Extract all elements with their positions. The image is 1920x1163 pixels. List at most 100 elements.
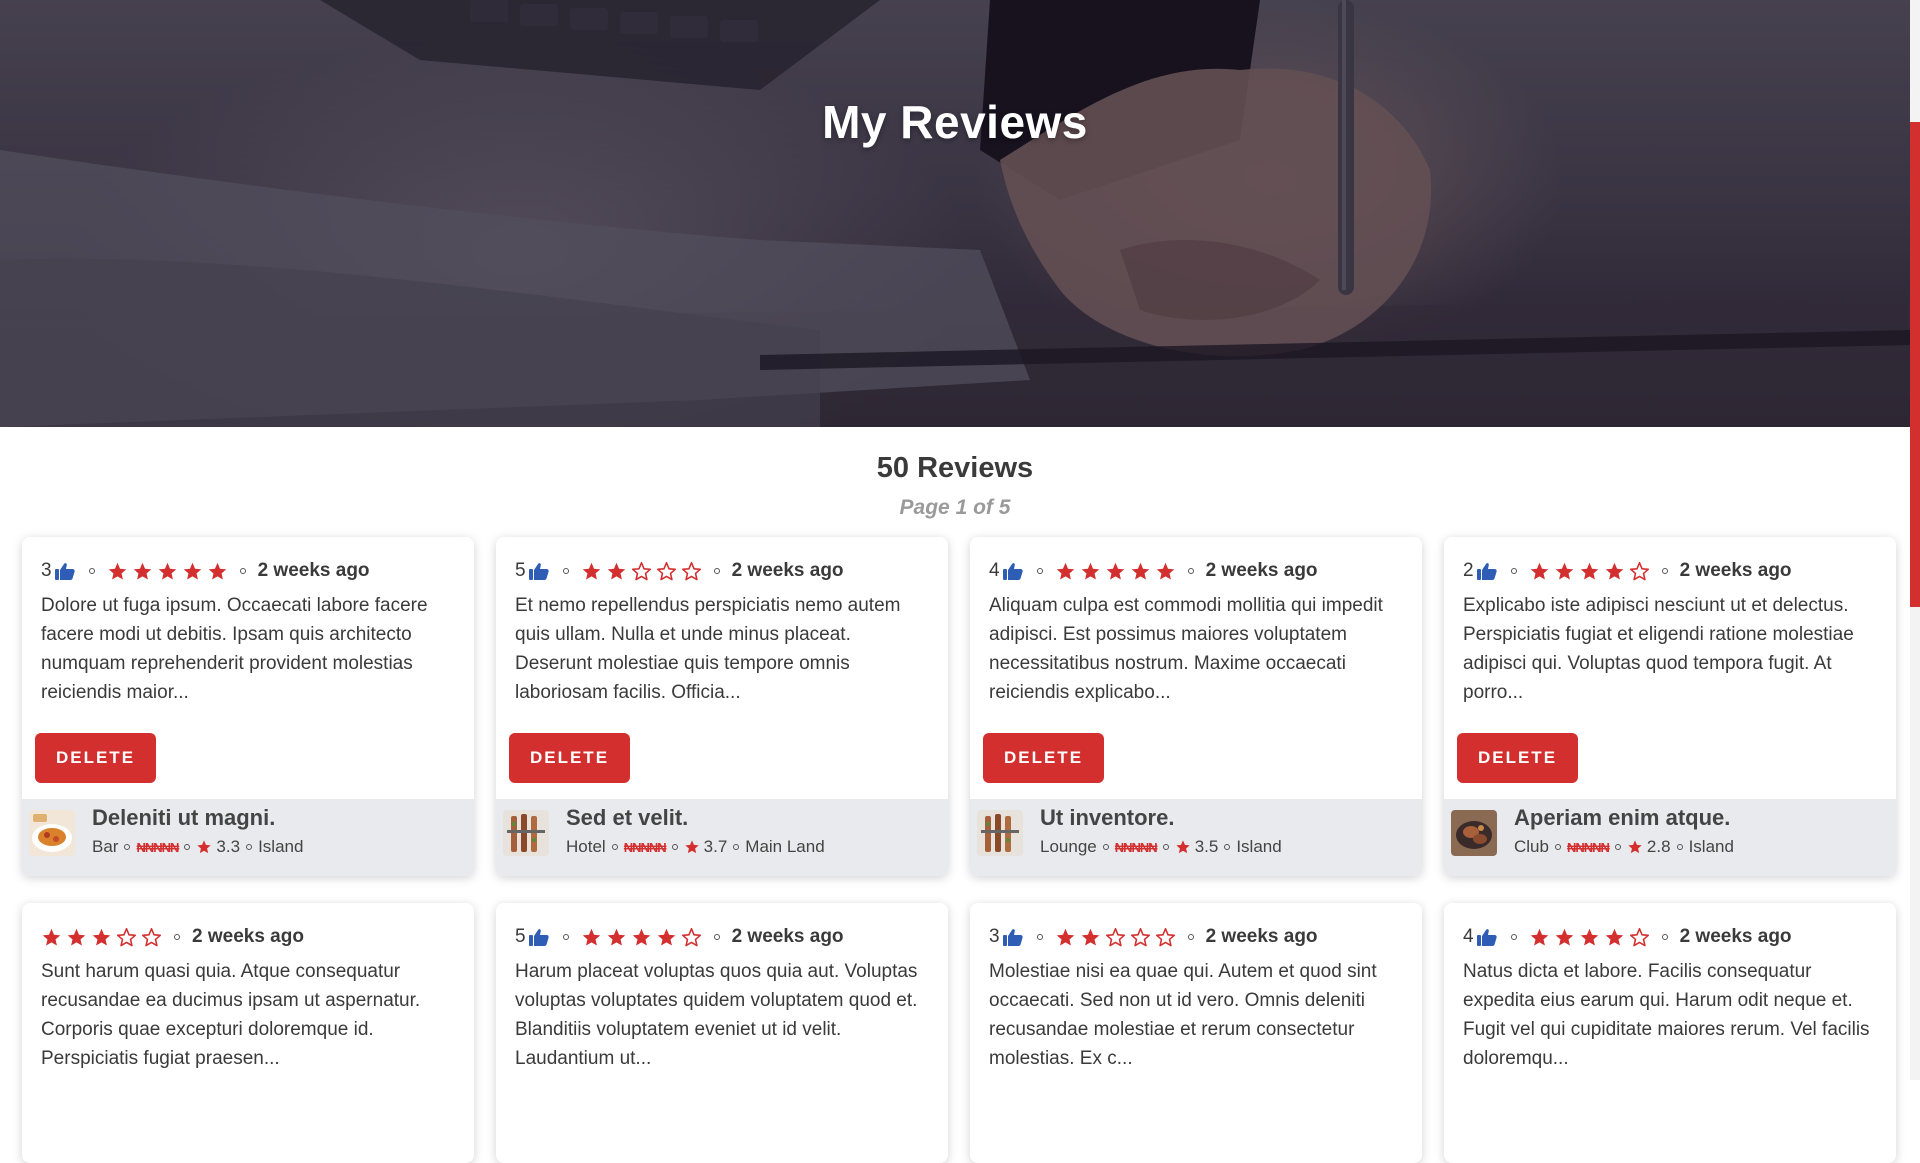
delete-button[interactable]: DELETE [509,733,630,783]
venue-name[interactable]: Ut inventore. [1040,805,1174,831]
star-filled-icon [197,840,212,854]
star-filled-icon [1081,562,1099,580]
venue-info[interactable]: Ut inventore. Lounge ₦₦₦₦₦ 3.5 Island [970,799,1422,876]
venue-thumbnail[interactable] [29,810,75,856]
venue-type: Bar [92,837,119,856]
venue-info[interactable]: Sed et velit. Hotel ₦₦₦₦₦ 3.7 Main Land [496,799,948,876]
star-filled-icon [657,928,675,946]
star-empty-icon [141,927,162,946]
rating-stars [581,927,702,948]
venue-thumbnail[interactable] [1451,810,1497,856]
separator-dot [1510,934,1517,940]
separator-dot [88,568,95,574]
likes-count: 2 [1463,560,1474,581]
separator-dot [671,844,678,850]
rating-stars [41,927,162,948]
thumbs-up-icon [1002,929,1023,946]
star-filled-icon [607,562,625,580]
price-level: ₦₦₦₦₦ [623,839,667,855]
star-filled-icon [1056,562,1074,580]
venue-name[interactable]: Deleniti ut magni. [92,805,275,831]
review-text: Natus dicta et labore. Facilis consequat… [1463,961,1870,1069]
separator-dot [1162,844,1169,850]
review-card: 4 2 weeks ago Aliquam culpa est commodi mo… [970,537,1422,876]
venue-score: 2.8 [1646,837,1671,856]
review-card: 2 2 weeks ago Explicabo iste adipisci nesc… [1444,537,1896,876]
venue-thumbnail[interactable] [503,810,549,856]
price-level: ₦₦₦₦₦ [1566,839,1610,855]
venue-name[interactable]: Aperiam enim atque. [1514,805,1730,831]
star-filled-icon [183,562,201,580]
star-filled-icon [1605,562,1623,580]
review-meta: 5 2 weeks ago [515,557,930,585]
star-filled-icon [1081,928,1099,946]
venue-info[interactable]: Deleniti ut magni. Bar ₦₦₦₦₦ 3.3 Island [22,799,474,876]
separator-dot [1224,844,1231,850]
venue-meta: Bar ₦₦₦₦₦ 3.3 Island [92,837,303,857]
venue-info[interactable]: Aperiam enim atque. Club ₦₦₦₦₦ 2.8 Island [1444,799,1896,876]
delete-button[interactable]: DELETE [1457,733,1578,783]
separator-dot [239,568,246,574]
venue-thumbnail[interactable] [977,810,1023,856]
venue-type: Hotel [566,837,606,856]
star-filled-icon [607,928,625,946]
venue-name[interactable]: Sed et velit. [566,805,688,831]
star-filled-icon [1628,840,1642,854]
separator-dot [713,934,720,940]
delete-button[interactable]: DELETE [983,733,1104,783]
star-filled-icon [1580,928,1598,946]
star-empty-icon [656,561,676,580]
venue-location: Island [258,837,304,856]
star-filled-icon [582,562,600,580]
star-filled-icon [1605,928,1623,946]
star-filled-icon [108,562,126,580]
separator-dot [1614,844,1621,850]
star-filled-icon [684,840,699,854]
separator-dot [1676,844,1683,850]
separator-dot [562,568,569,574]
scrollbar-thumb[interactable] [1910,122,1920,607]
separator-dot [184,844,191,850]
star-empty-icon [681,561,701,580]
review-body: 3 2 weeks ago Dolore ut fuga ipsum. Occaec… [22,537,474,783]
review-card: 5 2 weeks ago Et nemo repellendus perspici… [496,537,948,876]
venue-meta: Club ₦₦₦₦₦ 2.8 Island [1514,837,1734,857]
star-empty-icon [631,561,651,580]
separator-dot [1187,934,1194,940]
star-filled-icon [133,562,151,580]
review-text: Harum placeat voluptas quos quia aut. Vo… [515,961,918,1069]
likes-count: 4 [1463,926,1474,947]
venue-score: 3.7 [703,837,728,856]
reviews-count: 50 Reviews [876,452,1034,484]
scrollbar[interactable] [1910,0,1920,1080]
review-body: 2 2 weeks ago Explicabo iste adipisci nesc… [1444,537,1896,783]
star-empty-icon [1629,927,1649,946]
star-filled-icon [1106,562,1124,580]
review-card: 5 2 weeks ago Harum placeat voluptas quos … [496,903,948,1163]
star-filled-icon [632,928,650,946]
star-filled-icon [158,562,176,580]
separator-dot [1102,844,1109,850]
star-empty-icon [1105,927,1125,946]
price-level: ₦₦₦₦₦ [136,839,179,855]
separator-dot [1036,568,1043,574]
review-card: 2 weeks ago Sunt harum quasi quia. Atque … [22,903,474,1163]
separator-dot [733,844,740,850]
star-empty-icon [1130,927,1150,946]
review-card: 4 2 weeks ago Natus dicta et labore. Facil… [1444,903,1896,1163]
star-empty-icon [1155,927,1175,946]
star-empty-icon [681,927,701,946]
likes-count: 5 [515,560,526,581]
delete-button[interactable]: DELETE [35,733,156,783]
separator-dot [124,844,131,850]
star-filled-icon [1530,928,1548,946]
star-filled-icon [1156,562,1174,580]
separator-dot [611,844,618,850]
thumbs-up-icon [528,929,549,946]
rating-stars [1055,927,1176,948]
review-body: 5 2 weeks ago Harum placeat voluptas quos … [496,903,948,1073]
page-title: My Reviews [822,96,1088,148]
review-body: 4 2 weeks ago Aliquam culpa est commodi mo… [970,537,1422,783]
venue-type: Club [1514,837,1549,856]
star-filled-icon [1530,562,1548,580]
